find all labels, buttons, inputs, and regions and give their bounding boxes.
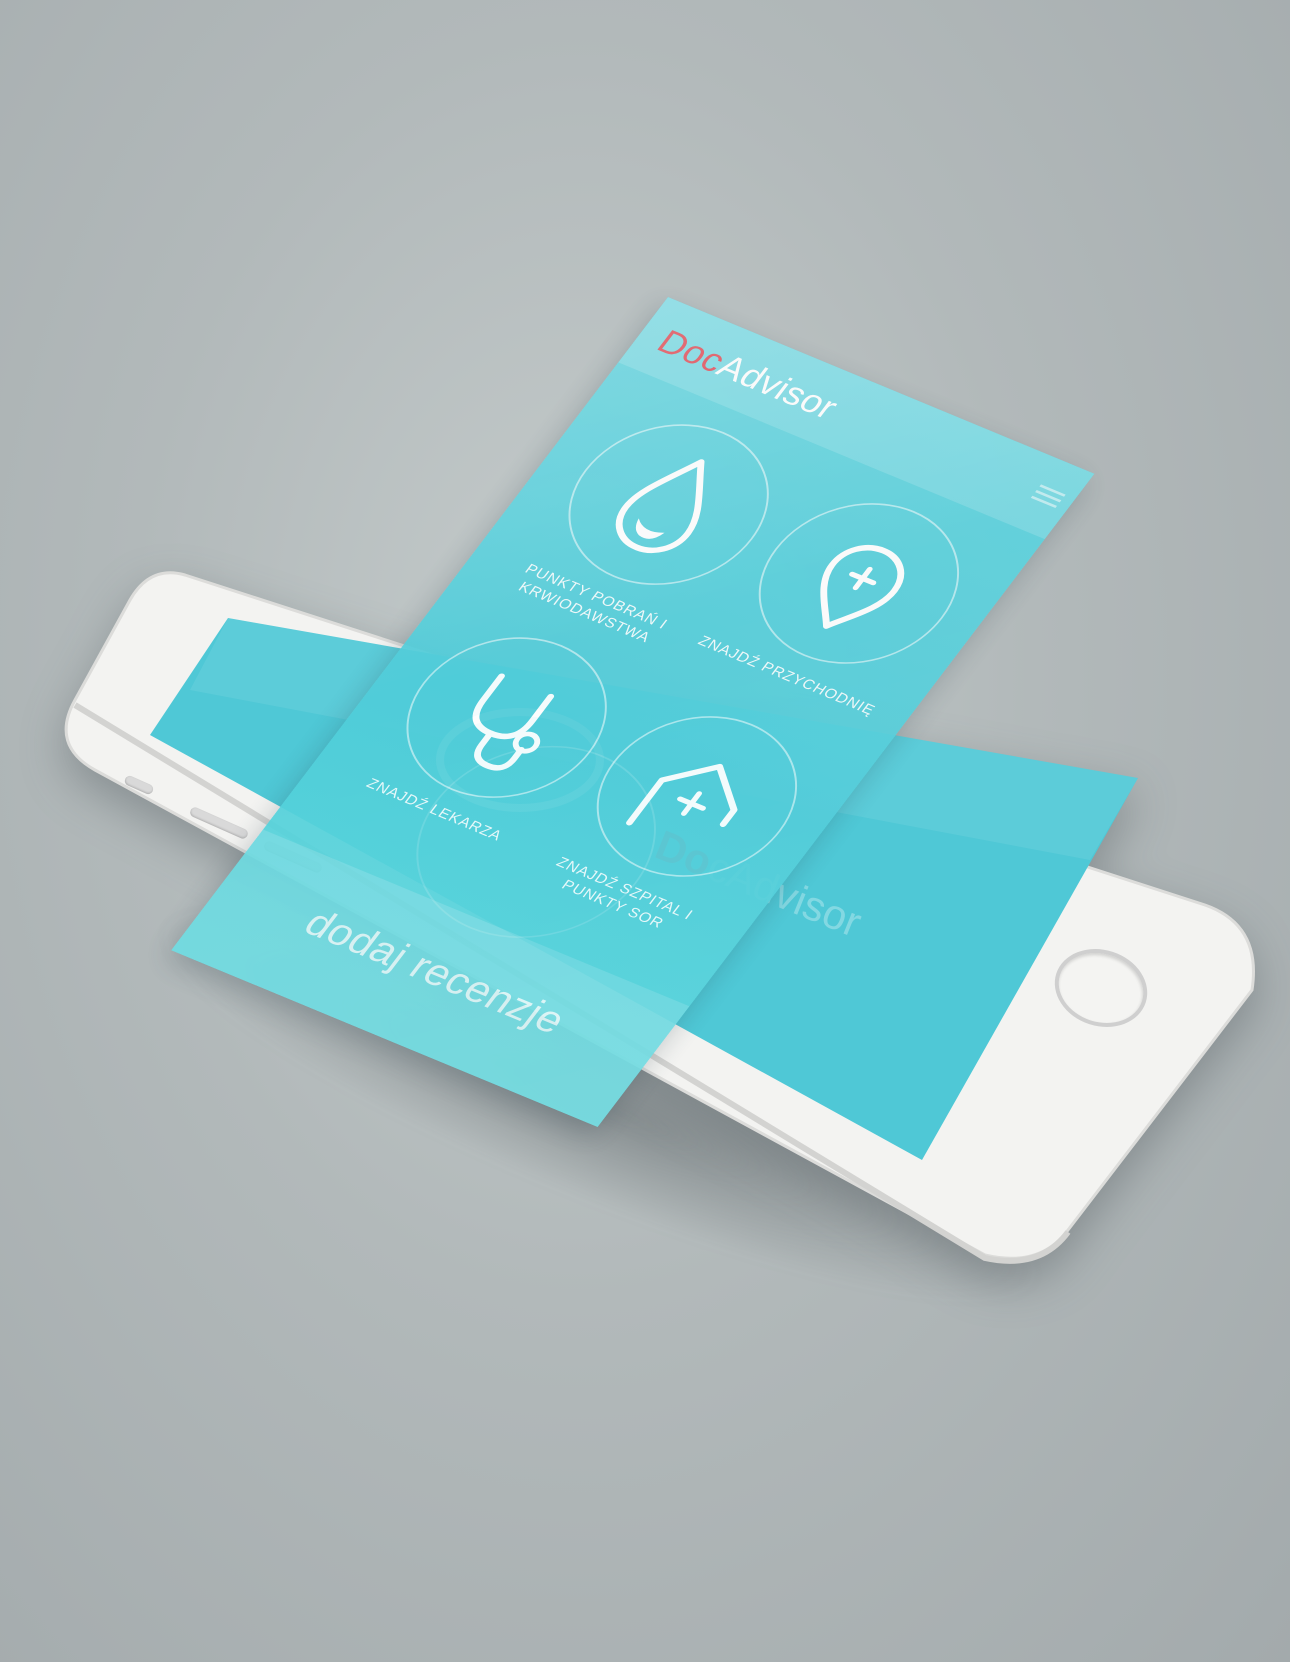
menu-icon[interactable] (1028, 481, 1069, 513)
